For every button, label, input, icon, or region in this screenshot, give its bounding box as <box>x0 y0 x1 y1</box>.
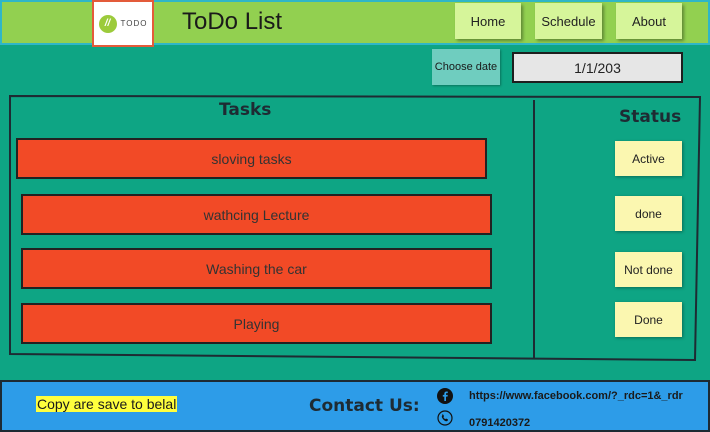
date-field[interactable] <box>512 52 683 83</box>
facebook-link[interactable]: https://www.facebook.com/?_rdc=1&_rdr <box>469 390 683 402</box>
logo-mark-icon: // <box>98 14 117 33</box>
status-badge[interactable]: done <box>615 196 682 231</box>
choose-date-button[interactable]: Choose date <box>432 49 500 85</box>
nav-about-button[interactable]: About <box>616 3 682 39</box>
status-badge[interactable]: Not done <box>615 252 682 287</box>
page-title: ToDo List <box>182 8 283 35</box>
task-item[interactable]: sloving tasks <box>16 138 487 179</box>
tasks-heading: Tasks <box>219 100 272 120</box>
status-heading: Status <box>619 107 682 127</box>
app-logo[interactable]: // TODO <box>92 0 154 47</box>
status-badge[interactable]: Done <box>615 302 682 337</box>
nav-schedule-button[interactable]: Schedule <box>535 3 602 39</box>
contact-label: Contact Us: <box>309 396 420 416</box>
task-item[interactable]: wathcing Lecture <box>21 194 492 235</box>
phone-number: 0791420372 <box>469 417 531 429</box>
nav-home-button[interactable]: Home <box>455 3 521 39</box>
status-badge[interactable]: Active <box>615 141 682 176</box>
task-item[interactable]: Washing the car <box>21 248 492 289</box>
phone-icon <box>437 410 453 426</box>
facebook-icon[interactable] <box>437 388 453 404</box>
logo-text: TODO <box>120 19 148 28</box>
copyright-text: Copy are save to belal <box>36 396 178 412</box>
task-item[interactable]: Playing <box>21 303 492 344</box>
